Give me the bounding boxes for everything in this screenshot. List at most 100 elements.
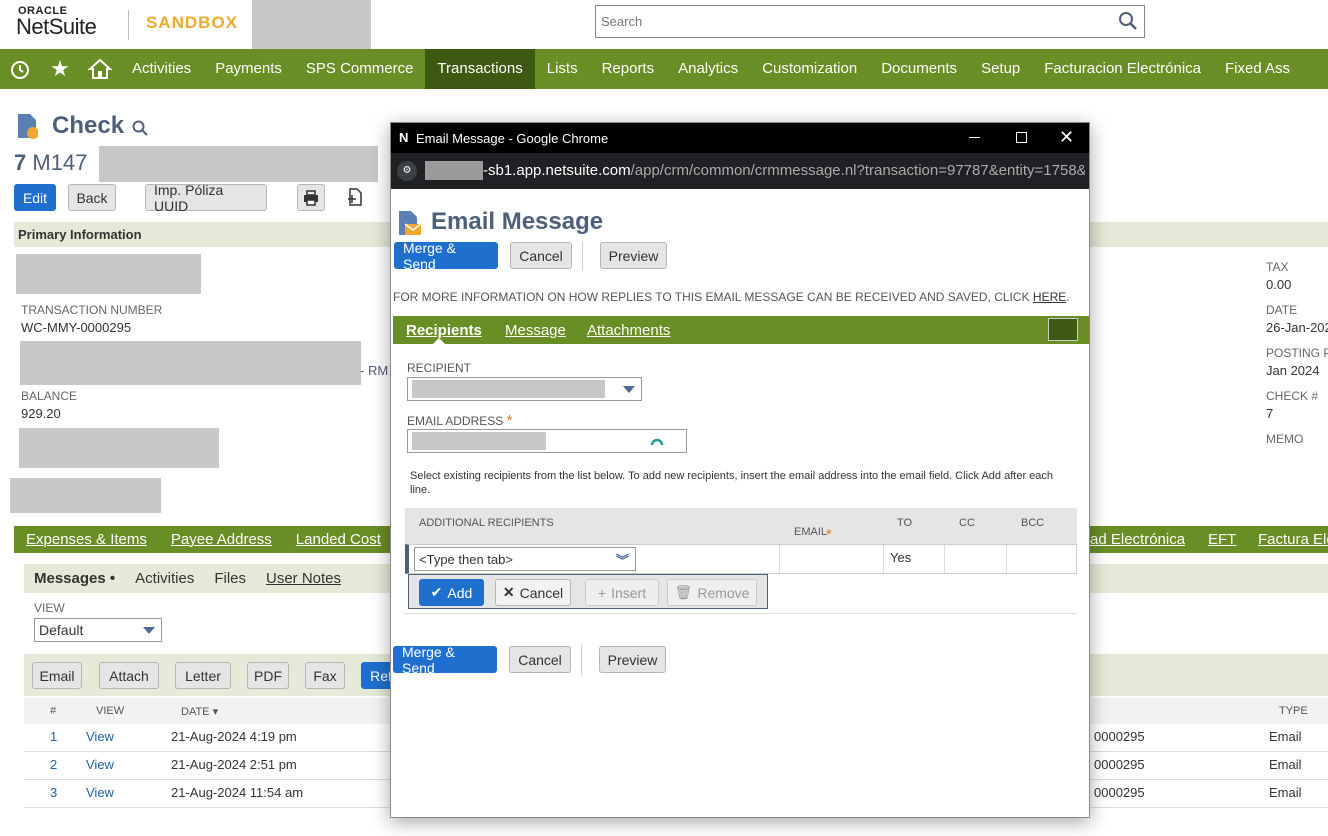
home-icon[interactable]	[80, 49, 120, 89]
maximize-icon[interactable]	[1016, 132, 1027, 143]
email-button[interactable]: Email	[32, 662, 82, 689]
insert-line-button[interactable]: + Insert	[585, 579, 659, 606]
col-view[interactable]: VIEW	[96, 705, 124, 717]
close-icon[interactable]: ✕	[1059, 127, 1074, 148]
remove-line-button[interactable]: 🗑 Remove	[667, 579, 757, 606]
tax-label: TAX	[1266, 260, 1289, 274]
nav-reports[interactable]: Reports	[590, 49, 667, 89]
balance-value: 929.20	[21, 406, 61, 421]
view-link[interactable]: View	[86, 729, 114, 744]
tab-recipients[interactable]: Recipients	[406, 322, 482, 339]
back-button[interactable]: Back	[68, 184, 116, 211]
merge-send-button-bottom[interactable]: Merge & Send	[393, 644, 497, 676]
email-address-field[interactable]	[407, 429, 687, 453]
tab-user-notes[interactable]: User Notes	[256, 570, 351, 587]
bcc-cell[interactable]	[1007, 545, 1079, 573]
col-bcc: BCC	[1021, 517, 1045, 529]
preview-button[interactable]: Preview	[600, 242, 667, 269]
redacted-block	[99, 146, 378, 182]
view-link[interactable]: View	[86, 785, 114, 800]
cancel-button[interactable]: Cancel	[510, 242, 572, 269]
nav-customization[interactable]: Customization	[750, 49, 869, 89]
global-search[interactable]	[595, 5, 1145, 38]
url-text[interactable]: -sb1.app.netsuite.com/app/crm/common/crm…	[483, 162, 1085, 179]
favorites-star-icon[interactable]: ★	[40, 49, 80, 89]
email-tabs: Recipients Message Attachments	[393, 316, 1089, 344]
main-nav: ★ Activities Payments SPS Commerce Trans…	[0, 49, 1328, 89]
letter-button[interactable]: Letter	[175, 662, 231, 689]
view-select-value: Default	[39, 622, 84, 638]
cancel-button-bottom[interactable]: Cancel	[509, 646, 571, 673]
tab-files[interactable]: Files	[204, 570, 256, 587]
nav-payments[interactable]: Payments	[203, 49, 294, 89]
plus-icon: +	[597, 584, 607, 601]
view-select[interactable]: Default	[34, 618, 162, 642]
nav-fixed-assets[interactable]: Fixed Ass	[1213, 49, 1302, 89]
subtab-factura-electronica[interactable]: Factura Ele	[1258, 531, 1328, 548]
site-settings-icon[interactable]: ⚙	[397, 161, 417, 181]
email-message-icon	[399, 211, 422, 235]
nav-activities[interactable]: Activities	[120, 49, 203, 89]
nav-documents[interactable]: Documents	[869, 49, 969, 89]
date-value: 26-Jan-202	[1266, 320, 1328, 335]
tab-messages[interactable]: Messages •	[24, 570, 125, 587]
memo-label: MEMO	[1266, 432, 1304, 446]
email-address-label: EMAIL ADDRESS *	[407, 412, 513, 429]
col-additional-recipients: ADDITIONAL RECIPIENTS	[419, 517, 554, 529]
subtab-facturacion-electronica[interactable]: ad Electrónica	[1090, 531, 1185, 548]
layout-toggle-icon[interactable]	[1048, 318, 1078, 341]
nav-setup[interactable]: Setup	[969, 49, 1032, 89]
popup-address-bar[interactable]: ⚙ -sb1.app.netsuite.com/app/crm/common/c…	[391, 153, 1089, 189]
to-cell[interactable]: Yes	[883, 545, 945, 573]
print-icon	[304, 189, 318, 206]
col-number[interactable]: #	[50, 705, 56, 717]
attach-icon[interactable]	[347, 188, 365, 209]
chevron-down-icon	[143, 627, 155, 634]
col-date[interactable]: DATE ▾	[181, 705, 218, 718]
redacted-block	[412, 432, 546, 450]
additional-recipient-select[interactable]: <Type then tab> ︾	[414, 547, 636, 571]
email-cell[interactable]	[779, 545, 883, 573]
subtab-landed-cost[interactable]: Landed Cost	[284, 531, 393, 548]
view-link[interactable]: View	[86, 757, 114, 772]
pdf-button[interactable]: PDF	[247, 662, 289, 689]
tab-attachments[interactable]: Attachments	[587, 322, 670, 339]
additional-recipients-header: ADDITIONAL RECIPIENTS EMAIL * TO CC BCC	[405, 508, 1077, 544]
merge-send-button[interactable]: Merge & Send	[394, 240, 498, 272]
page-title: Check	[52, 112, 125, 139]
double-chevron-icon[interactable]: ︾	[616, 550, 629, 569]
nav-lists[interactable]: Lists	[535, 49, 590, 89]
subtab-eft[interactable]: EFT	[1208, 531, 1236, 548]
recent-records-icon[interactable]	[0, 49, 40, 89]
here-link[interactable]: HERE	[1033, 290, 1066, 304]
cancel-line-button[interactable]: ✕ Cancel	[495, 579, 571, 606]
tax-value: 0.00	[1266, 277, 1292, 292]
attach-button[interactable]: Attach	[99, 662, 159, 689]
search-icon[interactable]	[132, 120, 148, 141]
tab-activities[interactable]: Activities	[125, 570, 204, 587]
fax-button[interactable]: Fax	[305, 662, 345, 689]
subtab-expenses-items[interactable]: Expenses & Items	[14, 531, 159, 548]
print-button[interactable]	[297, 184, 325, 211]
imp-poliza-uuid-button[interactable]: Imp. Póliza UUID	[145, 182, 267, 214]
search-icon[interactable]	[1118, 11, 1138, 31]
redacted-block	[425, 161, 483, 180]
nav-transactions[interactable]: Transactions	[425, 49, 535, 89]
search-input[interactable]	[596, 6, 1096, 37]
nav-analytics[interactable]: Analytics	[666, 49, 750, 89]
add-line-button[interactable]: ✔ Add	[419, 579, 484, 606]
subtab-payee-address[interactable]: Payee Address	[159, 531, 284, 548]
popup-titlebar: N Email Message - Google Chrome ✕	[391, 123, 1089, 153]
tab-message[interactable]: Message	[505, 322, 566, 339]
edit-button[interactable]: Edit	[14, 184, 56, 211]
col-type[interactable]: TYPE	[1279, 705, 1308, 717]
netsuite-logo-text: NetSuite	[16, 14, 97, 39]
nav-sps-commerce[interactable]: SPS Commerce	[294, 49, 426, 89]
preview-button-bottom[interactable]: Preview	[599, 646, 666, 673]
cc-cell[interactable]	[945, 545, 1007, 573]
nav-facturacion[interactable]: Facturacion Electrónica	[1032, 49, 1213, 89]
minimize-icon[interactable]	[969, 137, 980, 138]
recipient-select[interactable]	[407, 377, 642, 401]
date-label: DATE	[1266, 303, 1298, 317]
check-number-label: CHECK #	[1266, 389, 1319, 403]
